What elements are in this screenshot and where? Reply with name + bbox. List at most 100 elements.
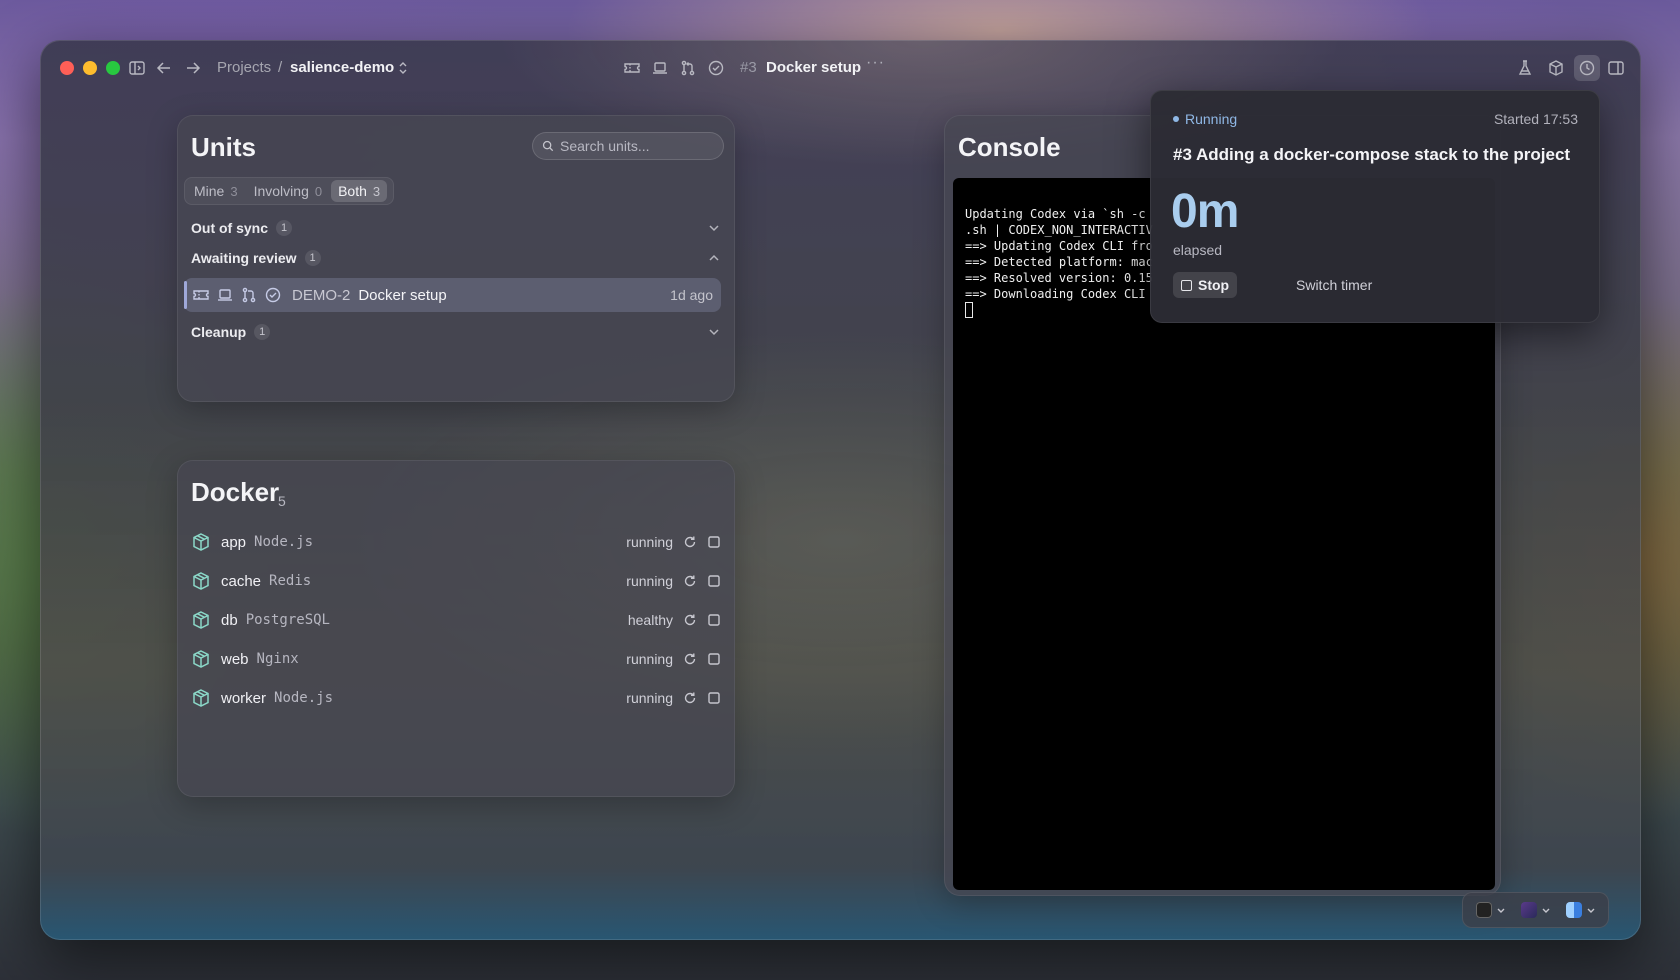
group-cleanup-count: 1 bbox=[254, 324, 271, 340]
chevron-down-icon bbox=[1587, 908, 1594, 913]
stop-icon[interactable] bbox=[707, 535, 721, 549]
unit-number: #3 bbox=[740, 59, 757, 76]
titlebar: Projects / salience-demo #3 Docker setup… bbox=[40, 40, 1641, 96]
unit-id: DEMO-2 bbox=[292, 286, 351, 304]
timer-started: Started 17:53 bbox=[1493, 111, 1578, 127]
group-awaiting-review[interactable]: Awaiting review 1 bbox=[191, 246, 721, 270]
restart-icon[interactable] bbox=[683, 691, 697, 705]
service-status: running bbox=[626, 651, 673, 667]
container-box-icon bbox=[191, 532, 211, 552]
editor-app-icon bbox=[1475, 902, 1492, 918]
pull-request-icon bbox=[242, 287, 256, 303]
stop-icon[interactable] bbox=[707, 574, 721, 588]
restart-icon[interactable] bbox=[683, 652, 697, 666]
service-name: cache bbox=[221, 572, 262, 590]
laptop-icon bbox=[218, 289, 232, 301]
unit-row-title: Docker setup bbox=[358, 286, 447, 304]
container-box-icon bbox=[191, 610, 211, 630]
unit-title: Docker setup bbox=[766, 59, 862, 76]
stop-timer-button[interactable]: Stop bbox=[1173, 272, 1238, 298]
service-image: Node.js bbox=[274, 690, 334, 706]
timer-elapsed-value: 0m bbox=[1171, 185, 1239, 238]
status-dot-icon bbox=[1173, 116, 1179, 122]
breadcrumb-project[interactable]: salience-demo bbox=[290, 59, 394, 76]
service-name: app bbox=[221, 533, 247, 551]
filter-involving-label: Involving bbox=[253, 183, 309, 199]
group-out-of-sync[interactable]: Out of sync 1 bbox=[191, 216, 721, 240]
laptop-icon[interactable] bbox=[649, 57, 671, 79]
filter-mine-label: Mine bbox=[194, 183, 225, 199]
container-box-icon bbox=[191, 649, 211, 669]
stop-icon[interactable] bbox=[707, 613, 721, 627]
container-box-icon[interactable] bbox=[1545, 57, 1567, 79]
ticket-icon[interactable] bbox=[621, 57, 643, 79]
stop-icon[interactable] bbox=[707, 652, 721, 666]
restart-icon[interactable] bbox=[683, 574, 697, 588]
service-status: running bbox=[626, 690, 673, 706]
chevron-down-icon bbox=[1542, 908, 1549, 913]
chevron-down-icon bbox=[709, 329, 719, 336]
filter-both[interactable]: Both 3 bbox=[331, 180, 388, 202]
stop-label: Stop bbox=[1198, 277, 1230, 293]
service-name: db bbox=[221, 611, 238, 629]
unit-row-demo-2[interactable]: DEMO-2 Docker setup 1d ago bbox=[184, 278, 721, 312]
service-status: running bbox=[626, 534, 673, 550]
minimize-window-button[interactable] bbox=[83, 61, 97, 75]
timer-status-label: Running bbox=[1185, 111, 1238, 127]
filter-both-label: Both bbox=[338, 183, 367, 199]
ticket-icon bbox=[193, 290, 209, 300]
service-image: Nginx bbox=[256, 651, 299, 667]
stop-icon[interactable] bbox=[707, 691, 721, 705]
unit-filter-segmented: Mine 3 Involving 0 Both 3 bbox=[184, 177, 394, 205]
zoom-window-button[interactable] bbox=[106, 61, 120, 75]
pull-request-icon[interactable] bbox=[677, 57, 699, 79]
project-switcher-chevron-icon[interactable] bbox=[392, 57, 414, 79]
more-options-icon[interactable]: ··· bbox=[866, 54, 885, 72]
group-cleanup[interactable]: Cleanup 1 bbox=[191, 320, 721, 344]
search-units[interactable] bbox=[532, 132, 724, 160]
terminal-app-switch[interactable] bbox=[1520, 902, 1551, 918]
service-name: web bbox=[221, 650, 249, 668]
inspector-toggle-icon[interactable] bbox=[1605, 57, 1627, 79]
unit-row-time: 1d ago bbox=[670, 287, 713, 303]
restart-icon[interactable] bbox=[683, 535, 697, 549]
terminal-cursor bbox=[965, 302, 973, 318]
flask-icon[interactable] bbox=[1514, 57, 1536, 79]
filter-involving-count: 0 bbox=[314, 183, 323, 199]
search-units-input[interactable] bbox=[560, 138, 710, 154]
docker-service-row[interactable]: worker Node.js running bbox=[191, 686, 721, 710]
timer-status: Running bbox=[1173, 111, 1237, 127]
group-awaiting-review-label: Awaiting review bbox=[191, 250, 297, 266]
docker-service-row[interactable]: web Nginx running bbox=[191, 647, 721, 671]
service-image: Redis bbox=[269, 573, 312, 589]
editor-app-switch[interactable] bbox=[1475, 902, 1506, 918]
finder-app-switch[interactable] bbox=[1565, 902, 1596, 918]
docker-title: Docker bbox=[191, 477, 280, 507]
forward-arrow-icon[interactable] bbox=[182, 57, 204, 79]
group-out-of-sync-label: Out of sync bbox=[191, 220, 269, 236]
service-status: healthy bbox=[627, 612, 673, 628]
units-title: Units bbox=[191, 132, 256, 162]
search-icon bbox=[542, 140, 554, 152]
timer-elapsed-label: elapsed bbox=[1173, 242, 1223, 258]
group-out-of-sync-count: 1 bbox=[276, 220, 293, 236]
check-circle-icon[interactable] bbox=[705, 57, 727, 79]
sidebar-toggle-icon[interactable] bbox=[126, 57, 148, 79]
console-title: Console bbox=[958, 132, 1061, 162]
docker-service-row[interactable]: cache Redis running bbox=[191, 569, 721, 593]
service-name: worker bbox=[221, 689, 267, 707]
switch-timer-button[interactable]: Switch timer bbox=[1296, 277, 1372, 293]
docker-service-row[interactable]: app Node.js running bbox=[191, 530, 721, 554]
app-window: Projects / salience-demo #3 Docker setup… bbox=[40, 40, 1641, 940]
restart-icon[interactable] bbox=[683, 613, 697, 627]
stop-icon bbox=[1181, 279, 1192, 291]
docker-service-row[interactable]: db PostgreSQL healthy bbox=[191, 608, 721, 632]
filter-involving[interactable]: Involving 0 bbox=[247, 180, 330, 202]
group-cleanup-label: Cleanup bbox=[191, 324, 247, 340]
timer-clock-icon[interactable] bbox=[1574, 55, 1600, 81]
breadcrumb-projects[interactable]: Projects bbox=[217, 59, 271, 76]
close-window-button[interactable] bbox=[60, 61, 74, 75]
units-panel: Units Mine 3 Involving 0 Both 3 Out of s… bbox=[177, 115, 735, 402]
filter-mine[interactable]: Mine 3 bbox=[187, 180, 245, 202]
back-arrow-icon[interactable] bbox=[153, 57, 175, 79]
